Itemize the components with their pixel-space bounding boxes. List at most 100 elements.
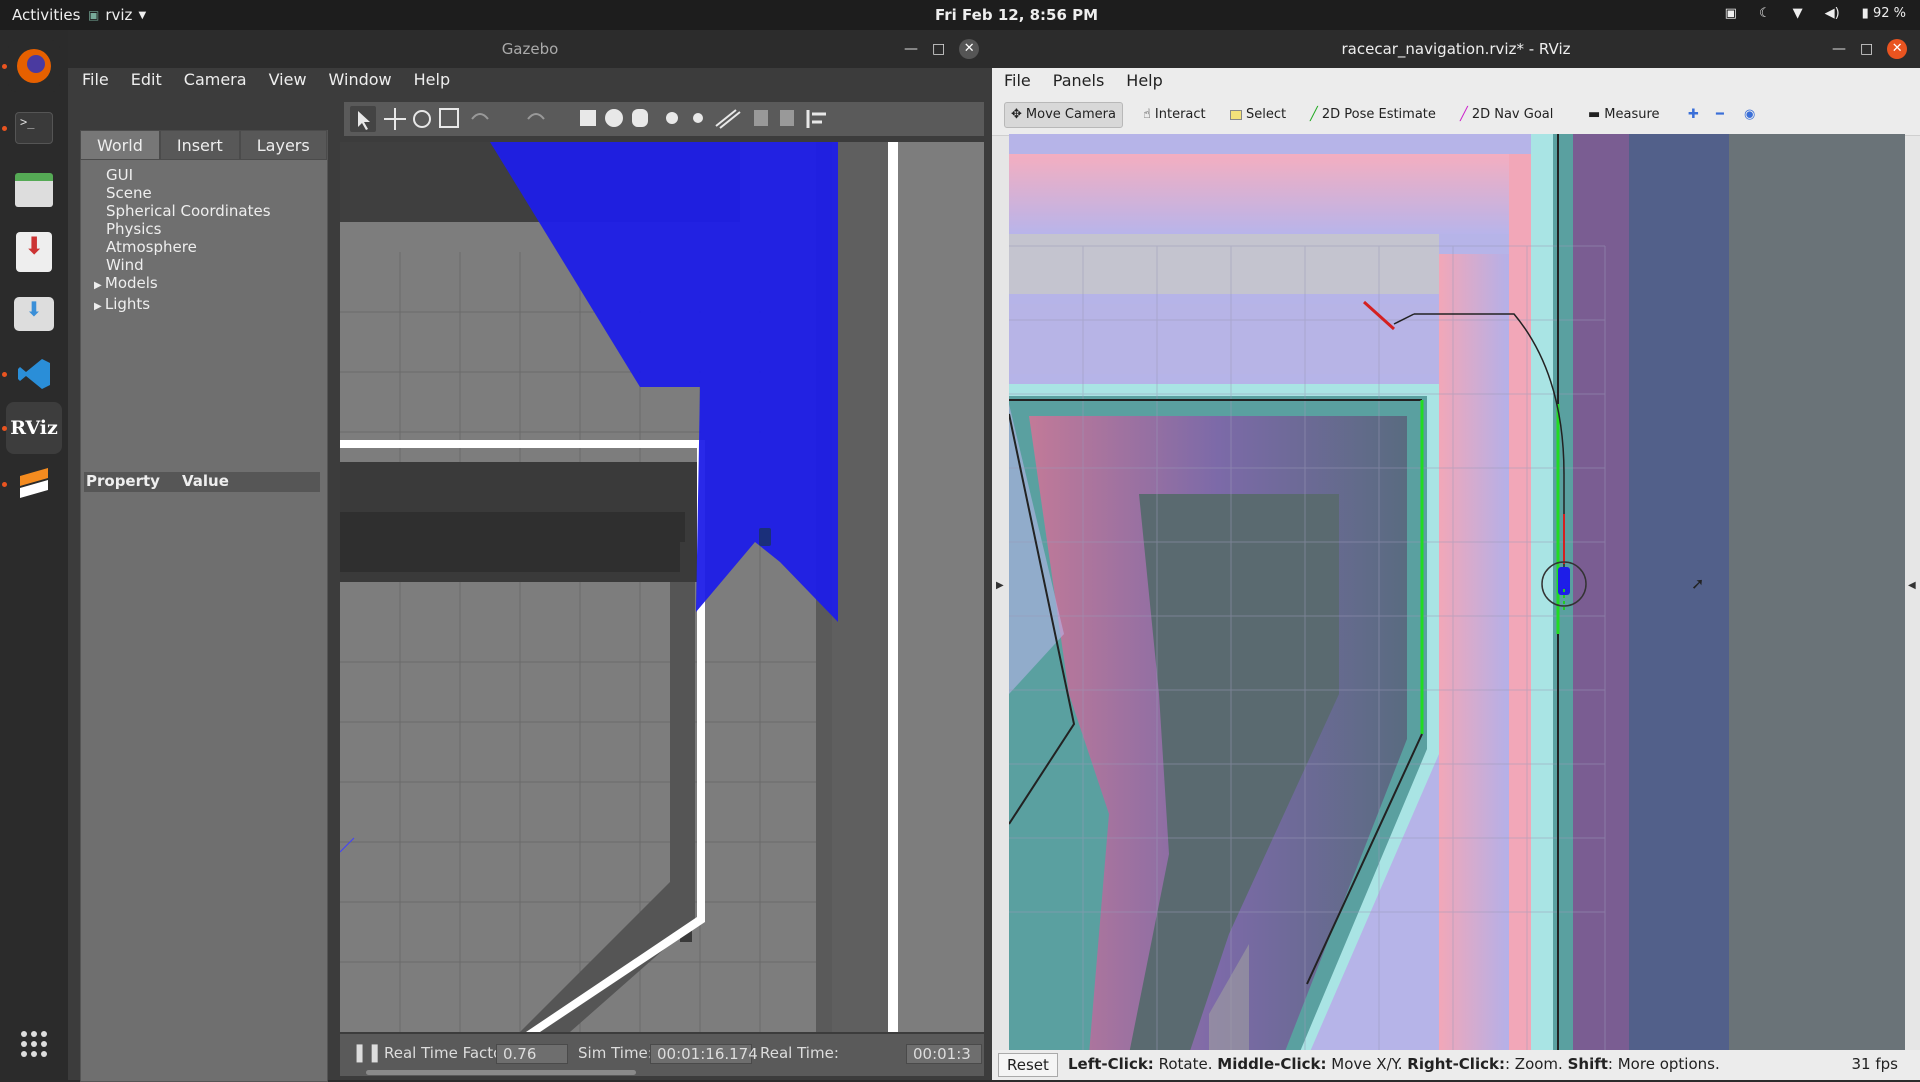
gazebo-titlebar[interactable]: Gazebo <box>68 30 992 68</box>
tree-item[interactable]: Wind <box>106 256 271 274</box>
real-time-label: Real Time: <box>760 1044 839 1062</box>
rviz-window-controls: — □ ✕ <box>1832 39 1908 59</box>
select-button[interactable]: Select <box>1224 102 1292 128</box>
menu-help[interactable]: Help <box>1126 71 1162 90</box>
rviz-dock-label: RViz <box>10 417 58 439</box>
hint-key: Shift <box>1567 1055 1608 1073</box>
running-indicator <box>2 482 7 487</box>
maximize-icon[interactable]: □ <box>932 41 945 57</box>
expand-arrow-icon[interactable]: ▶ <box>94 280 105 291</box>
rviz-toolbar: ✥ Move Camera ☝ Interact Select ╱ 2D Pose E… <box>992 94 1920 136</box>
tree-item-models[interactable]: ▶ Models <box>94 274 271 295</box>
interact-button[interactable]: ☝ Interact <box>1137 102 1212 128</box>
software-icon[interactable]: ⬇ <box>8 288 60 340</box>
left-collapse-arrow[interactable]: ▶ <box>996 580 1004 591</box>
hint-text: Rotate. <box>1158 1055 1213 1073</box>
sublime-icon[interactable] <box>8 458 60 510</box>
menu-file[interactable]: File <box>1004 71 1031 90</box>
expand-arrow-icon[interactable]: ▶ <box>94 301 105 312</box>
menu-help[interactable]: Help <box>414 70 450 89</box>
menu-edit[interactable]: Edit <box>131 70 162 89</box>
files-icon[interactable] <box>8 164 60 216</box>
ruler-icon: ▬ <box>1588 107 1601 122</box>
menu-camera[interactable]: Camera <box>184 70 247 89</box>
right-collapse-arrow[interactable]: ◀ <box>1908 580 1916 591</box>
menu-view[interactable]: View <box>269 70 307 89</box>
activities-button[interactable]: Activities <box>12 6 80 24</box>
panel-tabs: World Insert Layers <box>80 130 327 160</box>
rviz-icon[interactable]: RViz <box>6 402 62 454</box>
reset-button[interactable]: Reset <box>998 1053 1058 1077</box>
hand-icon: ☝ <box>1143 107 1151 122</box>
add-tool-icon[interactable]: ✚ <box>1682 102 1705 128</box>
tree-item[interactable]: GUI <box>106 166 271 184</box>
nav-goal-button[interactable]: ╱ 2D Nav Goal <box>1454 102 1559 128</box>
tool-label: Measure <box>1604 107 1660 122</box>
wifi-icon: ▼ <box>1792 6 1803 21</box>
installer-icon[interactable]: ⬇ <box>8 226 60 278</box>
hint-key: Middle-Click: <box>1217 1055 1327 1073</box>
close-icon[interactable]: ✕ <box>959 39 980 59</box>
camera-type-icon[interactable]: ◉ <box>1738 102 1761 128</box>
tab-layers[interactable]: Layers <box>239 130 327 160</box>
tree-item[interactable]: Physics <box>106 220 271 238</box>
help-text: Left-Click: Rotate. Middle-Click: Move X… <box>1068 1055 1720 1073</box>
property-table-header: Property Value <box>84 472 320 492</box>
tool-label: Move Camera <box>1025 107 1116 122</box>
volume-icon: ◀) <box>1824 6 1840 21</box>
running-indicator <box>2 64 7 69</box>
menu-window[interactable]: Window <box>329 70 392 89</box>
firefox-icon[interactable] <box>8 40 60 92</box>
minimize-icon[interactable]: — <box>1832 41 1846 57</box>
remove-tool-icon[interactable]: ━ <box>1710 102 1730 128</box>
rviz-3d-view[interactable]: ➚ <box>1009 134 1905 1054</box>
maximize-icon[interactable]: □ <box>1860 41 1873 57</box>
hint-key: Right-Click: <box>1407 1055 1505 1073</box>
real-time-value: 00:01:3 <box>906 1044 982 1064</box>
tab-world[interactable]: World <box>80 130 160 160</box>
tree-label: Models <box>104 274 158 292</box>
mouse-cursor-icon: ➚ <box>1691 574 1705 593</box>
tree-item[interactable]: Atmosphere <box>106 238 271 256</box>
world-tree: GUI Scene Spherical Coordinates Physics … <box>94 166 271 316</box>
battery-indicator: ▮ 92 % <box>1861 6 1906 21</box>
rviz-titlebar[interactable]: racecar_navigation.rviz* - RViz <box>992 30 1920 68</box>
value-header: Value <box>182 472 229 490</box>
rtf-label: Real Time Factor: <box>384 1044 514 1062</box>
app-menu[interactable]: ▣ rviz ▼ <box>88 6 146 24</box>
close-icon[interactable]: ✕ <box>1887 39 1908 59</box>
gazebo-window-controls: — □ ✕ <box>904 39 980 59</box>
minimize-icon[interactable]: — <box>904 41 918 57</box>
apps-grid-icon[interactable] <box>8 1018 60 1070</box>
rviz-window: racecar_navigation.rviz* - RViz — □ ✕ Fi… <box>992 30 1920 1080</box>
rviz-statusbar: Reset Left-Click: Rotate. Middle-Click: … <box>992 1050 1920 1080</box>
vscode-icon[interactable] <box>8 348 60 400</box>
rtf-value: 0.76 <box>496 1044 568 1064</box>
sim-time-label: Sim Time: <box>578 1044 653 1062</box>
terminal-icon[interactable]: >_ <box>8 102 60 154</box>
horizontal-scrollbar[interactable] <box>366 1070 636 1075</box>
running-indicator <box>2 126 7 131</box>
tree-item[interactable]: Scene <box>106 184 271 202</box>
measure-button[interactable]: ▬ Measure <box>1582 102 1666 128</box>
clock[interactable]: Fri Feb 12, 8:56 PM <box>935 6 1098 24</box>
select-icon <box>1230 110 1242 120</box>
window-title: Gazebo <box>501 40 559 58</box>
robot-model[interactable] <box>759 528 771 546</box>
menu-panels[interactable]: Panels <box>1053 71 1105 90</box>
pink-arrow-icon: ╱ <box>1460 107 1468 122</box>
move-camera-button[interactable]: ✥ Move Camera <box>1004 102 1123 128</box>
tool-label: Interact <box>1154 107 1206 122</box>
property-header: Property <box>86 472 160 490</box>
system-tray[interactable]: ▣ ☾ ▼ ◀) ▮ 92 % <box>1725 6 1906 21</box>
rviz-app-icon: ▣ <box>88 8 100 22</box>
tree-item-lights[interactable]: ▶ Lights <box>94 295 271 316</box>
green-arrow-icon: ╱ <box>1310 107 1318 122</box>
pause-icon[interactable]: ❚❚ <box>352 1042 382 1063</box>
gazebo-3d-viewport[interactable] <box>340 142 984 1032</box>
tool-label: 2D Nav Goal <box>1471 107 1554 122</box>
tree-item[interactable]: Spherical Coordinates <box>106 202 271 220</box>
pose-estimate-button[interactable]: ╱ 2D Pose Estimate <box>1304 102 1442 128</box>
menu-file[interactable]: File <box>82 70 109 89</box>
tab-insert[interactable]: Insert <box>159 130 240 160</box>
